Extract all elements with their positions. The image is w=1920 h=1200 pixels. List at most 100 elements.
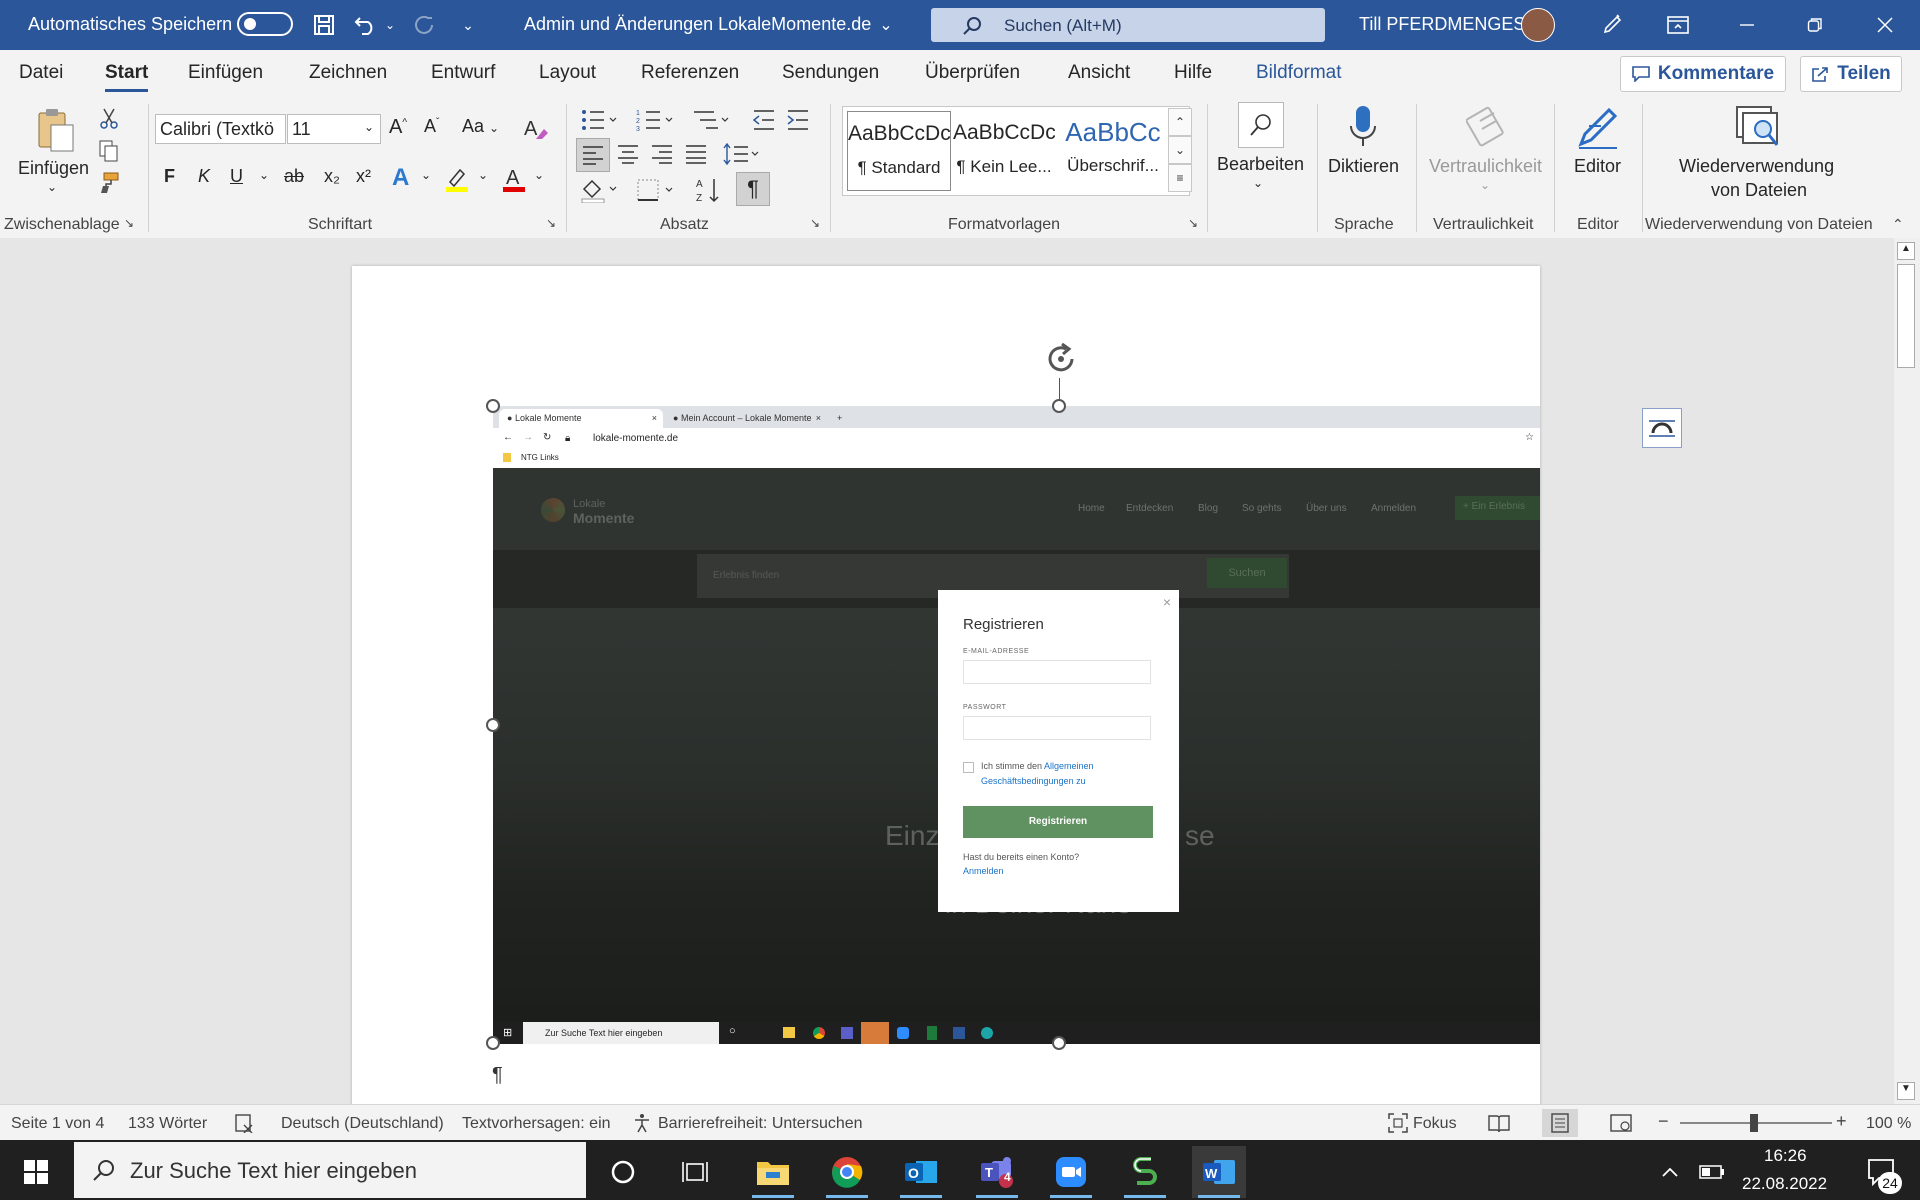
rotate-handle-icon[interactable] bbox=[1042, 340, 1080, 378]
print-layout-icon[interactable] bbox=[1542, 1109, 1578, 1137]
sort-icon[interactable]: AZ bbox=[694, 174, 726, 206]
scroll-up-icon[interactable]: ▲ bbox=[1897, 242, 1915, 260]
collapse-ribbon-icon[interactable]: ⌃ bbox=[1892, 216, 1904, 233]
layout-options-button[interactable] bbox=[1642, 408, 1682, 448]
vertical-scrollbar[interactable]: ▲ ▼ bbox=[1894, 238, 1920, 1104]
save-icon[interactable] bbox=[308, 8, 340, 42]
file-explorer-icon[interactable] bbox=[746, 1146, 800, 1198]
editing-label[interactable]: Bearbeiten bbox=[1217, 154, 1304, 175]
justify-icon[interactable] bbox=[680, 138, 712, 170]
text-predictions[interactable]: Textvorhersagen: ein bbox=[462, 1115, 611, 1133]
line-spacing-icon[interactable] bbox=[720, 138, 762, 170]
tab-bildformat[interactable]: Bildformat bbox=[1256, 62, 1342, 84]
tab-zeichnen[interactable]: Zeichnen bbox=[309, 62, 387, 84]
styles-launcher-icon[interactable]: ↘ bbox=[1188, 216, 1198, 230]
tab-start[interactable]: Start bbox=[105, 62, 149, 92]
avatar[interactable] bbox=[1521, 8, 1555, 42]
undo-dropdown-icon[interactable]: ⌄ bbox=[380, 8, 400, 42]
zoom-in-icon[interactable]: + bbox=[1836, 1111, 1847, 1132]
paragraph-launcher-icon[interactable]: ↘ bbox=[810, 216, 820, 230]
tab-datei[interactable]: Datei bbox=[19, 62, 63, 84]
undo-icon[interactable] bbox=[350, 8, 382, 42]
user-name[interactable]: Till PFERDMENGES bbox=[1359, 14, 1525, 35]
text-effects-button[interactable]: A bbox=[392, 164, 409, 192]
styles-scroll-down-icon[interactable]: ⌄ bbox=[1168, 136, 1192, 164]
read-mode-icon[interactable] bbox=[1488, 1113, 1510, 1138]
reuse-files-icon[interactable] bbox=[1734, 104, 1782, 150]
font-color-icon[interactable]: A bbox=[500, 164, 528, 194]
focus-label[interactable]: Fokus bbox=[1413, 1115, 1457, 1133]
tray-expand-icon[interactable] bbox=[1652, 1146, 1688, 1198]
share-button[interactable]: Teilen bbox=[1800, 56, 1902, 92]
comments-button[interactable]: Kommentare bbox=[1620, 56, 1786, 92]
styles-scroll-up-icon[interactable]: ⌃ bbox=[1168, 108, 1192, 136]
word-taskbar-icon[interactable]: W bbox=[1192, 1146, 1246, 1198]
close-icon[interactable] bbox=[1862, 8, 1908, 42]
sensitivity-icon[interactable] bbox=[1464, 102, 1508, 152]
increase-indent-icon[interactable] bbox=[784, 106, 812, 134]
numbering-icon[interactable]: 123 bbox=[634, 106, 678, 134]
minimize-icon[interactable] bbox=[1724, 8, 1770, 42]
redo-icon[interactable] bbox=[408, 8, 440, 42]
notifications-icon[interactable]: 24 bbox=[1854, 1146, 1910, 1198]
embedded-screenshot[interactable]: ● Lokale Momente × ● Mein Account – Lokal… bbox=[493, 406, 1540, 1044]
zoom-app-icon[interactable] bbox=[1044, 1146, 1098, 1198]
title-dropdown-icon[interactable]: ⌄ bbox=[876, 8, 896, 42]
zoom-level[interactable]: 100 % bbox=[1866, 1115, 1911, 1133]
style-standard[interactable]: AaBbCcDc ¶ Standard bbox=[847, 111, 951, 191]
web-layout-icon[interactable] bbox=[1610, 1113, 1632, 1138]
teams-icon[interactable]: T 4 bbox=[970, 1146, 1024, 1198]
styles-more-icon[interactable]: ≡ bbox=[1168, 164, 1192, 192]
align-left-icon[interactable] bbox=[576, 138, 610, 172]
editor-label[interactable]: Editor bbox=[1574, 156, 1621, 177]
editing-dropdown-icon[interactable]: ⌄ bbox=[1253, 176, 1263, 190]
reuse-label-line2[interactable]: von Dateien bbox=[1711, 180, 1807, 201]
battery-icon[interactable] bbox=[1692, 1146, 1732, 1198]
borders-icon[interactable] bbox=[634, 174, 678, 206]
scroll-down-icon[interactable]: ▼ bbox=[1897, 1082, 1915, 1100]
format-painter-icon[interactable] bbox=[96, 170, 122, 196]
highlight-icon[interactable] bbox=[442, 164, 472, 194]
underline-dropdown-icon[interactable]: ⌄ bbox=[259, 168, 269, 182]
font-size-dropdown-icon[interactable]: ⌄ bbox=[364, 120, 374, 134]
start-button[interactable] bbox=[8, 1146, 64, 1198]
document-title[interactable]: Admin und Änderungen LokaleMomente.de bbox=[524, 14, 871, 35]
customize-toolbar-icon[interactable]: ⌄ bbox=[456, 8, 480, 42]
zoom-slider[interactable] bbox=[1680, 1114, 1832, 1132]
microphone-icon[interactable] bbox=[1346, 102, 1380, 152]
style-heading-1[interactable]: AaBbCc Überschrif... bbox=[1059, 111, 1167, 189]
zoom-out-icon[interactable]: − bbox=[1658, 1111, 1669, 1132]
sensitivity-label[interactable]: Vertraulichkeit bbox=[1429, 156, 1542, 177]
language[interactable]: Deutsch (Deutschland) bbox=[281, 1115, 444, 1133]
paste-label[interactable]: Einfügen bbox=[18, 158, 89, 179]
superscript-button[interactable]: x² bbox=[356, 166, 371, 187]
search-box[interactable]: Suchen (Alt+M) bbox=[931, 8, 1325, 42]
autosave-toggle[interactable] bbox=[237, 12, 293, 36]
zoom-slider-thumb[interactable] bbox=[1750, 1114, 1758, 1132]
app-s-icon[interactable] bbox=[1118, 1146, 1172, 1198]
tab-referenzen[interactable]: Referenzen bbox=[641, 62, 739, 84]
paste-icon[interactable] bbox=[34, 106, 76, 154]
change-case-button[interactable]: Aa ⌄ bbox=[462, 116, 499, 137]
cut-icon[interactable] bbox=[96, 106, 122, 132]
show-formatting-button[interactable]: ¶ bbox=[736, 172, 770, 206]
editor-icon[interactable] bbox=[1574, 102, 1622, 152]
tab-ansicht[interactable]: Ansicht bbox=[1068, 62, 1130, 84]
focus-icon[interactable] bbox=[1388, 1113, 1408, 1138]
pen-icon[interactable] bbox=[1594, 8, 1630, 42]
multilevel-list-icon[interactable] bbox=[690, 106, 734, 134]
dictate-label[interactable]: Diktieren bbox=[1328, 156, 1399, 177]
align-center-icon[interactable] bbox=[612, 138, 644, 170]
sensitivity-dropdown-icon[interactable]: ⌄ bbox=[1480, 178, 1490, 192]
accessibility-status[interactable]: Barrierefreiheit: Untersuchen bbox=[658, 1115, 863, 1133]
text-effects-dropdown-icon[interactable]: ⌄ bbox=[421, 168, 431, 182]
taskbar-time[interactable]: 16:26 bbox=[1764, 1146, 1807, 1166]
shading-icon[interactable] bbox=[578, 174, 622, 206]
proofing-icon[interactable] bbox=[234, 1113, 254, 1138]
tab-sendungen[interactable]: Sendungen bbox=[782, 62, 879, 84]
grow-font-button[interactable]: A^ bbox=[389, 116, 407, 139]
bold-button[interactable]: F bbox=[164, 166, 175, 187]
resize-handle-left[interactable] bbox=[486, 718, 500, 732]
find-icon[interactable] bbox=[1238, 102, 1284, 148]
clear-formatting-icon[interactable]: A bbox=[520, 114, 550, 144]
